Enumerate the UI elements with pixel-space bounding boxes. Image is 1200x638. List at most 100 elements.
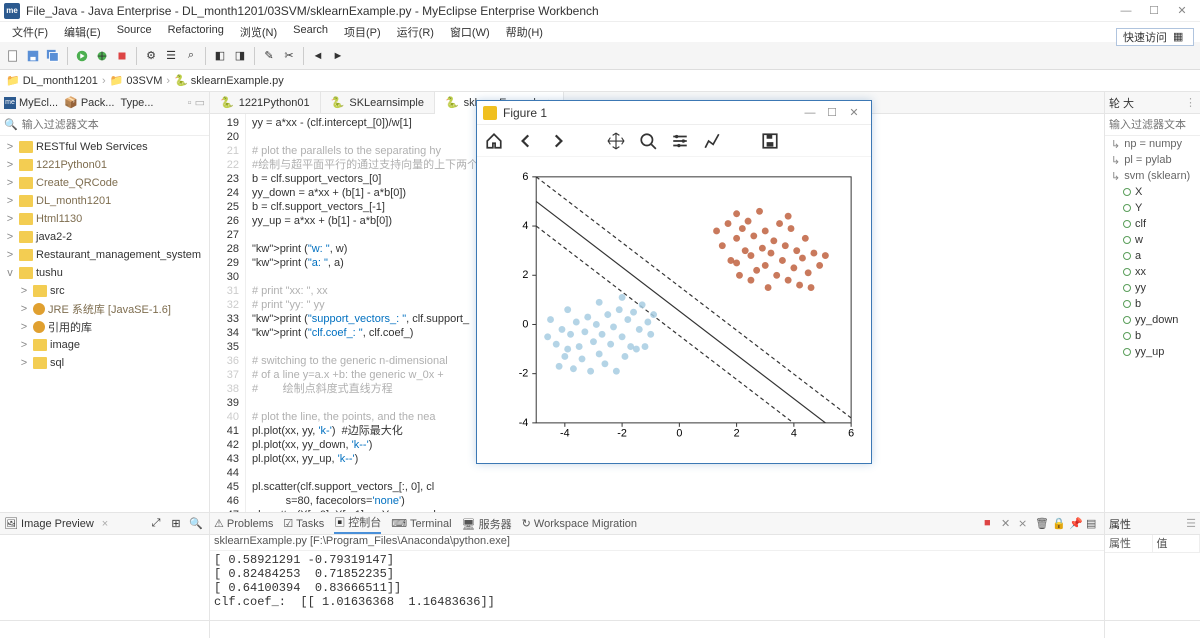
fig-minimize-button[interactable]: — — [799, 107, 821, 119]
perspective-icon[interactable]: ▦ — [1173, 30, 1187, 44]
outline-item[interactable]: yy — [1105, 280, 1200, 296]
editor-tab[interactable]: 🐍1221Python01 — [210, 92, 321, 113]
console-tab[interactable]: ▣ 控制台 — [334, 514, 381, 534]
save-all-icon[interactable] — [44, 47, 62, 65]
maximize-button[interactable]: ☐ — [1140, 1, 1168, 21]
outline-item[interactable]: ↳np = numpy — [1105, 136, 1200, 152]
menu-source[interactable]: Source — [109, 22, 160, 42]
outline-item[interactable]: b — [1105, 328, 1200, 344]
back-icon[interactable]: ◄ — [309, 47, 327, 65]
menu-help[interactable]: 帮助(H) — [498, 22, 551, 42]
outline-item[interactable]: Y — [1105, 200, 1200, 216]
outline-item[interactable]: X — [1105, 184, 1200, 200]
breadcrumb-item[interactable]: 🐍 sklearnExample.py — [174, 74, 284, 87]
remove-icon[interactable]: ✕ — [1001, 517, 1015, 531]
forward-icon[interactable] — [549, 132, 567, 150]
terminal-tab[interactable]: ⌨ Terminal — [391, 517, 451, 530]
debug-icon[interactable] — [93, 47, 111, 65]
outline-item[interactable]: ↳svm (sklearn) — [1105, 168, 1200, 184]
minimize-panel-icon[interactable]: ▫ ▭ — [188, 96, 205, 109]
save-icon[interactable] — [24, 47, 42, 65]
tool-icon[interactable]: ✂ — [280, 47, 298, 65]
tree-item[interactable]: >sql — [0, 354, 209, 372]
zoom-icon[interactable] — [639, 132, 657, 150]
menu-navigate[interactable]: 浏览(N) — [232, 22, 285, 42]
menu-window[interactable]: 窗口(W) — [442, 22, 498, 42]
fig-maximize-button[interactable]: ☐ — [821, 106, 843, 119]
tool-icon[interactable]: ◧ — [211, 47, 229, 65]
new-icon[interactable] — [4, 47, 22, 65]
pan-icon[interactable] — [607, 132, 625, 150]
fig-close-button[interactable]: ✕ — [843, 106, 865, 119]
tool-icon[interactable]: ⚙ — [142, 47, 160, 65]
imgprev-tool-icon[interactable]: ⤢ — [147, 515, 165, 533]
imgprev-tool-icon[interactable]: 🔍 — [187, 515, 205, 533]
breadcrumb-item[interactable]: 📁 DL_month1201 — [6, 74, 98, 87]
menu-file[interactable]: 文件(F) — [4, 22, 56, 42]
display-icon[interactable]: ▤ — [1086, 517, 1100, 531]
minimize-button[interactable]: — — [1112, 1, 1140, 21]
imgprev-tool-icon[interactable]: ⊞ — [167, 515, 185, 533]
outline-tree[interactable]: ↳np = numpy↳pl = pylab↳svm (sklearn)XYcl… — [1105, 136, 1200, 512]
properties-tools-icon[interactable]: ☰ — [1186, 517, 1196, 530]
tree-item[interactable]: >RESTful Web Services — [0, 138, 209, 156]
tree-item[interactable]: >image — [0, 336, 209, 354]
terminate-icon[interactable]: ■ — [984, 517, 998, 531]
outline-item[interactable]: xx — [1105, 264, 1200, 280]
outline-filter-input[interactable] — [1109, 119, 1200, 131]
tree-item[interactable]: >Create_QRCode — [0, 174, 209, 192]
tab-myeclipse[interactable]: meMyEcl... — [4, 97, 58, 109]
remove-all-icon[interactable]: ⨯ — [1018, 517, 1032, 531]
tree-item[interactable]: >JRE 系统库 [JavaSE-1.6] — [0, 300, 209, 318]
tree-item[interactable]: >1221Python01 — [0, 156, 209, 174]
outline-item[interactable]: yy_down — [1105, 312, 1200, 328]
close-icon[interactable]: × — [102, 518, 108, 530]
scroll-lock-icon[interactable]: 🔒 — [1052, 517, 1066, 531]
edit-axes-icon[interactable] — [703, 132, 721, 150]
menu-refactor[interactable]: Refactoring — [160, 22, 232, 42]
image-preview-tab[interactable]: 🖼 Image Preview — [4, 517, 94, 530]
outline-tools-icon[interactable]: ⋮ — [1185, 96, 1196, 109]
clear-icon[interactable]: 🗑 — [1035, 517, 1049, 531]
tab-package[interactable]: 📦Pack... — [64, 96, 114, 109]
tree-item[interactable]: >Restaurant_management_system — [0, 246, 209, 264]
tree-item[interactable]: >src — [0, 282, 209, 300]
tree-item[interactable]: >DL_month1201 — [0, 192, 209, 210]
menu-search[interactable]: Search — [285, 22, 336, 42]
save-figure-icon[interactable] — [761, 132, 779, 150]
outline-item[interactable]: yy_up — [1105, 344, 1200, 360]
tool-icon[interactable]: ☰ — [162, 47, 180, 65]
close-button[interactable]: ✕ — [1168, 1, 1196, 21]
quick-access[interactable]: 快速访问 ▦ — [1116, 28, 1194, 46]
tree-item[interactable]: vtushu — [0, 264, 209, 282]
project-tree[interactable]: >RESTful Web Services>1221Python01>Creat… — [0, 136, 209, 512]
tool-icon[interactable]: ⌕ — [182, 47, 200, 65]
workspace-migration-tab[interactable]: ↻ Workspace Migration — [522, 517, 637, 530]
home-icon[interactable] — [485, 132, 503, 150]
outline-item[interactable]: w — [1105, 232, 1200, 248]
tree-item[interactable]: >引用的库 — [0, 318, 209, 336]
tab-type[interactable]: Type... — [120, 97, 153, 109]
run-icon[interactable] — [73, 47, 91, 65]
servers-tab[interactable]: 🖥 服务器 — [462, 516, 512, 532]
tree-item[interactable]: >Html1130 — [0, 210, 209, 228]
tool-icon[interactable]: ✎ — [260, 47, 278, 65]
configure-icon[interactable] — [671, 132, 689, 150]
outline-item[interactable]: ↳pl = pylab — [1105, 152, 1200, 168]
outline-item[interactable]: clf — [1105, 216, 1200, 232]
menu-project[interactable]: 项目(P) — [336, 22, 389, 42]
outline-item[interactable]: a — [1105, 248, 1200, 264]
back-icon[interactable] — [517, 132, 535, 150]
properties-tab[interactable]: 属性 — [1109, 516, 1131, 532]
breadcrumb-item[interactable]: 📁 03SVM — [110, 74, 163, 87]
tool-icon[interactable]: ◨ — [231, 47, 249, 65]
pin-icon[interactable]: 📌 — [1069, 517, 1083, 531]
menu-run[interactable]: 运行(R) — [389, 22, 442, 42]
tasks-tab[interactable]: ☑ Tasks — [283, 517, 324, 530]
tree-item[interactable]: >java2-2 — [0, 228, 209, 246]
menu-edit[interactable]: 编辑(E) — [56, 22, 109, 42]
forward-icon[interactable]: ► — [329, 47, 347, 65]
editor-tab[interactable]: 🐍SKLearnsimple — [321, 92, 435, 113]
figure-window[interactable]: Figure 1 — ☐ ✕ -4-20246-4-20246 — [476, 100, 872, 464]
problems-tab[interactable]: ⚠ Problems — [214, 517, 273, 530]
